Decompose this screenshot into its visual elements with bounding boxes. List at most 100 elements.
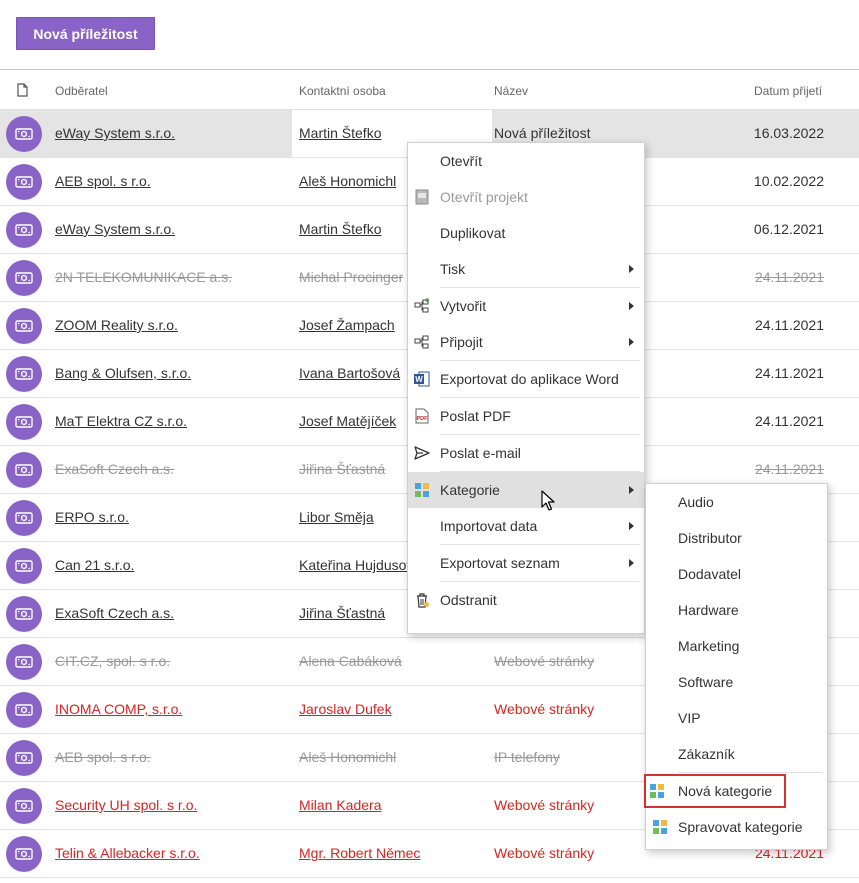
menu-item-label: Poslat PDF (440, 408, 511, 424)
send-icon (414, 445, 430, 461)
contact-link[interactable]: Jiřina Šťastná (299, 461, 385, 477)
category-icon (652, 819, 668, 835)
customer-link[interactable]: INOMA COMP, s.r.o. (55, 701, 182, 717)
category-item[interactable]: Marketing (646, 628, 827, 664)
opportunity-icon (6, 356, 42, 392)
customer-link[interactable]: MaT Elektra CZ s.r.o. (55, 413, 187, 429)
customer-link[interactable]: ZOOM Reality s.r.o. (55, 317, 178, 333)
customer-link[interactable]: Telin & Allebacker s.r.o. (55, 845, 200, 861)
document-icon[interactable] (17, 83, 28, 97)
category-item[interactable]: Distributor (646, 520, 827, 556)
category-icon (414, 482, 430, 498)
opportunity-icon (6, 788, 42, 824)
project-icon (414, 189, 430, 205)
customer-link[interactable]: eWay System s.r.o. (55, 125, 175, 141)
menu-item-poslat-e-mail[interactable]: Poslat e-mail (408, 435, 644, 471)
contact-link[interactable]: Josef Matějíček (299, 413, 396, 429)
date-received: 16.03.2022 (753, 125, 824, 141)
chevron-right-icon (629, 522, 634, 530)
contact-link[interactable]: Ivana Bartošová (299, 365, 400, 381)
customer-link[interactable]: CIT.CZ, spol. s r.o. (55, 653, 170, 669)
contact-link[interactable]: Libor Směja (299, 509, 374, 525)
opportunity-icon (6, 644, 42, 680)
date-received: 24.11.2021 (754, 413, 824, 429)
new-category-label: Nová kategorie (678, 783, 773, 799)
contact-link[interactable]: Jaroslav Dufek (299, 701, 392, 717)
category-item[interactable]: Zákazník (646, 736, 827, 772)
opportunity-name: Webové stránky (494, 653, 595, 669)
customer-link[interactable]: 2N TELEKOMUNIKACE a.s. (55, 269, 232, 285)
menu-item-label: Tisk (440, 261, 466, 277)
opportunity-name: Webové stránky (494, 845, 595, 861)
menu-item-otevrit-projekt: Otevřít projekt (408, 179, 644, 215)
date-received: 24.11.2021 (754, 365, 824, 381)
customer-link[interactable]: ExaSoft Czech a.s. (55, 605, 174, 621)
category-item[interactable]: Software (646, 664, 827, 700)
menu-item-kategorie[interactable]: Kategorie (408, 472, 644, 508)
customer-link[interactable]: Can 21 s.r.o. (55, 557, 134, 573)
contact-link[interactable]: Martin Štefko (299, 221, 381, 237)
customer-link[interactable]: AEB spol. s r.o. (55, 173, 151, 189)
category-label: Distributor (678, 530, 742, 546)
manage-categories-item[interactable]: Spravovat kategorie (646, 809, 827, 845)
date-received: 24.11.2021 (754, 269, 824, 285)
word-icon: W (414, 371, 430, 387)
menu-item-duplikovat[interactable]: Duplikovat (408, 215, 644, 251)
menu-item-label: Exportovat do aplikace Word (440, 371, 619, 387)
contact-link[interactable]: Michal Procinger (299, 269, 403, 285)
new-category-item[interactable]: Nová kategorie (643, 773, 787, 809)
menu-item-label: Exportovat seznam (440, 555, 560, 571)
menu-item-tisk[interactable]: Tisk (408, 251, 644, 287)
menu-item-poslat-pdf[interactable]: PDF Poslat PDF (408, 398, 644, 434)
menu-item-otevrit[interactable]: Otevřít (408, 143, 644, 179)
menu-item-label: Vytvořit (440, 298, 487, 314)
category-item[interactable]: Hardware (646, 592, 827, 628)
menu-item-exportovat-seznam[interactable]: Exportovat seznam (408, 545, 644, 581)
column-header-customer[interactable]: Odběratel (55, 84, 108, 98)
category-item[interactable]: VIP (646, 700, 827, 736)
contact-link[interactable]: Milan Kadera (299, 797, 382, 813)
category-label: Software (678, 674, 734, 690)
context-menu: Otevřít Otevřít projekt Duplikovat Tisk Vytv… (407, 142, 645, 634)
menu-item-odstranit[interactable]: Odstranit (408, 582, 644, 618)
column-header-date[interactable]: Datum přijetí (754, 84, 822, 98)
menu-item-vytvorit[interactable]: Vytvořit (408, 288, 644, 324)
contact-link[interactable]: Aleš Honomichl (299, 749, 396, 765)
opportunity-icon (6, 452, 42, 488)
column-header-contact[interactable]: Kontaktní osoba (299, 84, 386, 98)
customer-link[interactable]: ExaSoft Czech a.s. (55, 461, 174, 477)
category-label: Zákazník (678, 746, 735, 762)
contact-link[interactable]: Martin Štefko (299, 125, 381, 141)
opportunity-icon (6, 164, 42, 200)
create-icon (414, 298, 430, 314)
category-item[interactable]: Dodavatel (646, 556, 827, 592)
category-label: VIP (678, 710, 701, 726)
attach-icon (414, 334, 430, 350)
opportunity-icon (6, 836, 42, 872)
menu-item-pripojit[interactable]: Připojit (408, 324, 644, 360)
opportunity-icon (6, 548, 42, 584)
menu-item-importovat-data[interactable]: Importovat data (408, 508, 644, 544)
menu-item-exportovat-do-aplikace-word[interactable]: W Exportovat do aplikace Word (408, 361, 644, 397)
customer-link[interactable]: eWay System s.r.o. (55, 221, 175, 237)
menu-item-label: Otevřít projekt (440, 189, 528, 205)
opportunity-icon (6, 692, 42, 728)
contact-link[interactable]: Aleš Honomichl (299, 173, 396, 189)
opportunity-icon (6, 212, 42, 248)
customer-link[interactable]: Bang & Olufsen, s.r.o. (55, 365, 191, 381)
customer-link[interactable]: ERPO s.r.o. (55, 509, 129, 525)
chevron-right-icon (629, 559, 634, 567)
contact-link[interactable]: Jiřina Šťastná (299, 605, 385, 621)
customer-link[interactable]: Security UH spol. s r.o. (55, 797, 197, 813)
column-header-name[interactable]: Název (494, 84, 528, 98)
contact-link[interactable]: Kateřina Hujdusov (299, 557, 413, 573)
category-item[interactable]: Audio (646, 484, 827, 520)
contact-link[interactable]: Josef Žampach (299, 317, 395, 333)
new-opportunity-button[interactable]: Nová příležitost (16, 17, 155, 50)
svg-text:PDF: PDF (417, 416, 429, 422)
menu-item-label: Poslat e-mail (440, 445, 521, 461)
contact-link[interactable]: Mgr. Robert Němec (299, 845, 420, 861)
category-label: Marketing (678, 638, 740, 654)
customer-link[interactable]: AEB spol. s r.o. (55, 749, 151, 765)
contact-link[interactable]: Alena Cabáková (299, 653, 402, 669)
